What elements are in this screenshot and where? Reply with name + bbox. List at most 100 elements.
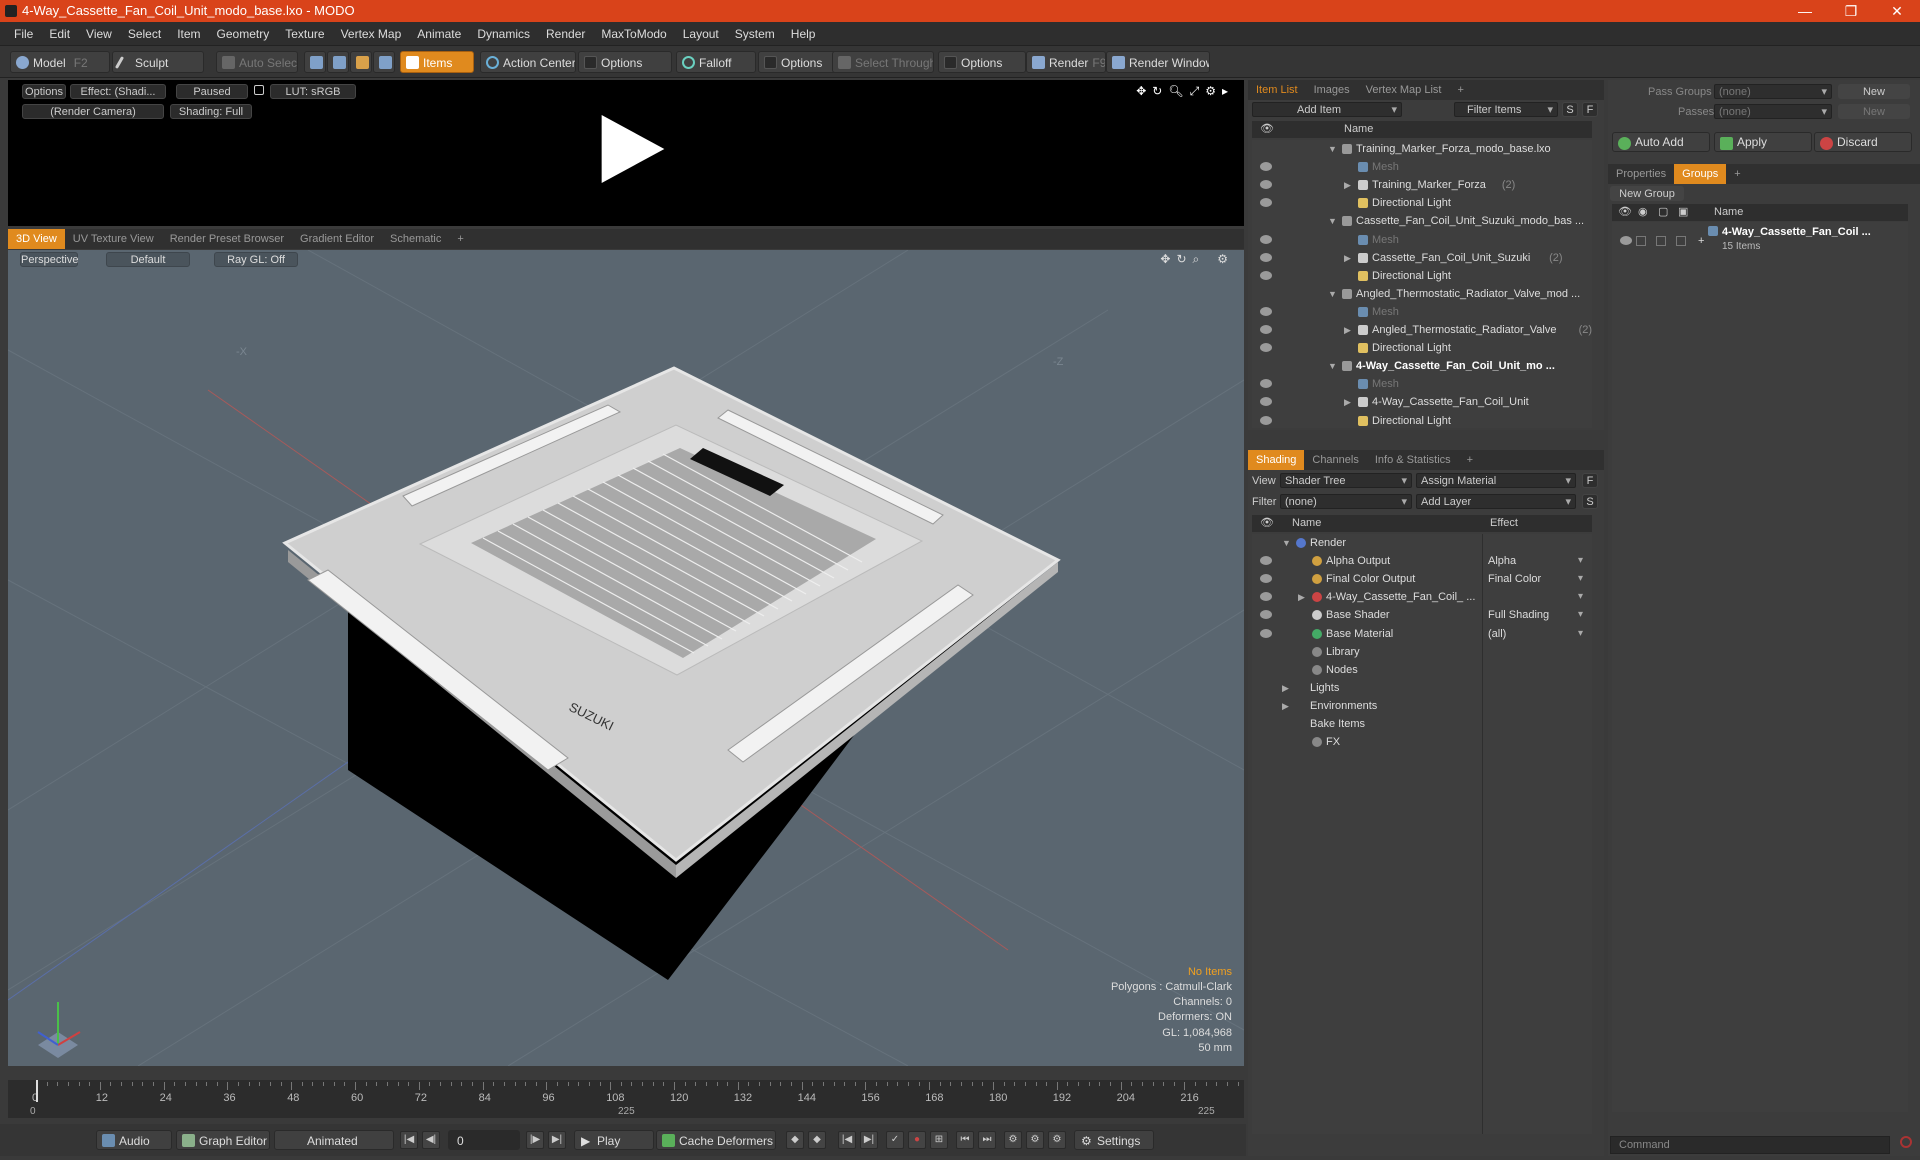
tab-item-list[interactable]: Item List xyxy=(1248,80,1306,100)
effect-dropdown[interactable]: (all) xyxy=(1488,625,1506,643)
filter-items-field[interactable]: Filter Items xyxy=(1454,102,1558,118)
action-center-options-button[interactable]: Options xyxy=(578,51,672,73)
menu-item[interactable]: Item xyxy=(169,27,208,41)
chevron-down-icon[interactable]: ▾ xyxy=(1578,552,1583,570)
menu-system[interactable]: System xyxy=(727,27,783,41)
eye-icon[interactable] xyxy=(1260,180,1272,190)
rotate-icon[interactable]: ↻ xyxy=(1176,252,1186,267)
items-mode-button[interactable]: Items xyxy=(400,51,474,73)
menu-help[interactable]: Help xyxy=(783,27,824,41)
chevron-right-icon[interactable]: ▶ xyxy=(1282,697,1289,715)
eye-icon[interactable] xyxy=(1260,610,1272,620)
shader-tree-row[interactable]: Library xyxy=(1252,643,1592,661)
action-center-button[interactable]: Action Center xyxy=(480,51,576,73)
apply-button[interactable]: Apply xyxy=(1714,132,1812,152)
zoom-icon[interactable]: 🔍︎ xyxy=(1168,84,1183,99)
audio-button[interactable]: Audio xyxy=(96,1130,172,1150)
add-tab-button[interactable]: + xyxy=(449,229,471,249)
chevron-down-icon[interactable]: ▼ xyxy=(1328,357,1337,375)
tab-images[interactable]: Images xyxy=(1306,80,1358,100)
minimize-button[interactable]: — xyxy=(1782,0,1828,22)
eye-icon[interactable] xyxy=(1260,252,1272,262)
key-set-button[interactable]: ✓ xyxy=(886,1131,904,1149)
assign-material-field[interactable]: Assign Material xyxy=(1416,473,1576,489)
cache-deformers-button[interactable]: Cache Deformers xyxy=(656,1130,776,1150)
key-tool-button-1[interactable]: ⚙ xyxy=(1004,1131,1022,1149)
item-list-row[interactable]: ▼ Cassette_Fan_Coil_Unit_Suzuki_modo_bas … xyxy=(1252,212,1592,230)
eye-icon[interactable] xyxy=(1260,415,1272,425)
shader-tree-row[interactable]: FX xyxy=(1252,733,1592,751)
tab-schematic[interactable]: Schematic xyxy=(382,229,449,249)
new-pass-button[interactable]: New xyxy=(1838,104,1910,119)
chevron-right-icon[interactable]: ▶ xyxy=(1344,249,1351,267)
shading-dropdown[interactable]: Shading: Full xyxy=(170,104,252,119)
menu-edit[interactable]: Edit xyxy=(41,27,78,41)
add-tab-button[interactable]: + xyxy=(1726,164,1748,184)
select-through-button[interactable]: Select Through xyxy=(832,51,934,73)
expand-icon[interactable]: ⤢ xyxy=(1190,84,1200,99)
group-row[interactable]: + 4-Way_Cassette_Fan_Coil ... 15 Items xyxy=(1612,224,1908,258)
item-list-row[interactable]: ▼ Training_Marker_Forza_modo_base.lxo xyxy=(1252,140,1592,158)
effect-dropdown[interactable]: Alpha xyxy=(1488,552,1516,570)
chevron-down-icon[interactable]: ▾ xyxy=(1578,588,1583,606)
expand-plus-icon[interactable]: + xyxy=(1698,232,1704,250)
tab-vertex-map-list[interactable]: Vertex Map List xyxy=(1358,80,1450,100)
shader-tree-row[interactable]: Base Material (all) ▾ xyxy=(1252,625,1592,643)
item-list-row[interactable]: Directional Light xyxy=(1252,412,1592,430)
item-f-button[interactable]: F xyxy=(1582,102,1598,117)
menu-geometry[interactable]: Geometry xyxy=(209,27,278,41)
lock-toggle-icon[interactable] xyxy=(1656,236,1666,246)
perspective-dropdown[interactable]: Perspective xyxy=(20,252,78,267)
polygons-mode-button[interactable] xyxy=(350,51,372,73)
render-toggle-icon[interactable] xyxy=(1636,236,1646,246)
chevron-down-icon[interactable]: ▾ xyxy=(1578,625,1583,643)
move-icon[interactable]: ✥ xyxy=(1136,84,1146,99)
eye-icon[interactable] xyxy=(1260,592,1272,602)
tab-groups[interactable]: Groups xyxy=(1674,164,1727,184)
eye-icon[interactable] xyxy=(1260,379,1272,389)
item-list-row[interactable]: ▶ Cassette_Fan_Coil_Unit_Suzuki (2) xyxy=(1252,249,1592,267)
auto-add-button[interactable]: Auto Add xyxy=(1612,132,1710,152)
key-tool-button-2[interactable]: ⚙ xyxy=(1026,1131,1044,1149)
key-button-1[interactable]: ◆ xyxy=(786,1131,804,1149)
auto-select-button[interactable]: Auto Select xyxy=(216,51,298,73)
shader-tree-row[interactable]: Bake Items xyxy=(1252,715,1592,733)
shader-tree-dropdown[interactable]: Shader Tree xyxy=(1280,473,1412,489)
name-column-header[interactable]: Name xyxy=(1292,515,1321,532)
shader-tree-row[interactable]: Nodes xyxy=(1252,661,1592,679)
eye-icon[interactable] xyxy=(1620,236,1632,245)
eye-icon[interactable] xyxy=(1260,306,1272,316)
item-list-row[interactable]: Directional Light xyxy=(1252,267,1592,285)
chevron-down-icon[interactable]: ▼ xyxy=(1282,534,1291,552)
tab-properties[interactable]: Properties xyxy=(1608,164,1674,184)
eye-icon[interactable] xyxy=(1260,325,1272,334)
tab-info-statistics[interactable]: Info & Statistics xyxy=(1367,450,1459,470)
frame-field[interactable]: 0 xyxy=(448,1130,520,1150)
eye-icon[interactable] xyxy=(1260,574,1272,584)
pass-groups-dropdown[interactable]: (none) xyxy=(1714,84,1832,100)
chevron-down-icon[interactable]: ▾ xyxy=(1578,570,1583,588)
tab-3d-view[interactable]: 3D View xyxy=(8,229,65,249)
shader-tree-row[interactable]: Alpha Output Alpha ▾ xyxy=(1252,552,1592,570)
effect-dropdown[interactable]: Effect: (Shadi... xyxy=(70,84,166,99)
menu-animate[interactable]: Animate xyxy=(409,27,469,41)
model-mode-button[interactable]: Model F2 xyxy=(10,51,110,73)
item-list-row[interactable]: ▶ Training_Marker_Forza (2) xyxy=(1252,176,1592,194)
play-icon[interactable] xyxy=(601,115,665,183)
chevron-down-icon[interactable]: ▼ xyxy=(1328,285,1337,303)
item-list-row[interactable]: ▶ 4-Way_Cassette_Fan_Coil_Unit xyxy=(1252,393,1592,411)
eye-icon[interactable] xyxy=(1260,270,1272,280)
shader-tree-row[interactable]: ▼ Render xyxy=(1252,534,1592,552)
item-list-row[interactable]: Directional Light xyxy=(1252,339,1592,357)
item-list-row[interactable]: Mesh xyxy=(1252,231,1592,249)
select-toggle-icon[interactable] xyxy=(1676,236,1686,246)
go-end-button[interactable]: ▶| xyxy=(548,1131,566,1149)
maximize-button[interactable]: ❐ xyxy=(1828,0,1874,22)
item-list-row[interactable]: ▼ Angled_Thermostatic_Radiator_Valve_mod … xyxy=(1252,285,1592,303)
arrow-right-icon[interactable]: ▸ xyxy=(1222,84,1228,99)
chevron-down-icon[interactable]: ▼ xyxy=(1328,212,1337,230)
key-next-button[interactable]: ▶| xyxy=(860,1131,878,1149)
eye-icon[interactable] xyxy=(1260,162,1272,172)
key-prev-button[interactable]: |◀ xyxy=(838,1131,856,1149)
add-layer-dropdown[interactable]: Add Layer xyxy=(1416,494,1576,510)
